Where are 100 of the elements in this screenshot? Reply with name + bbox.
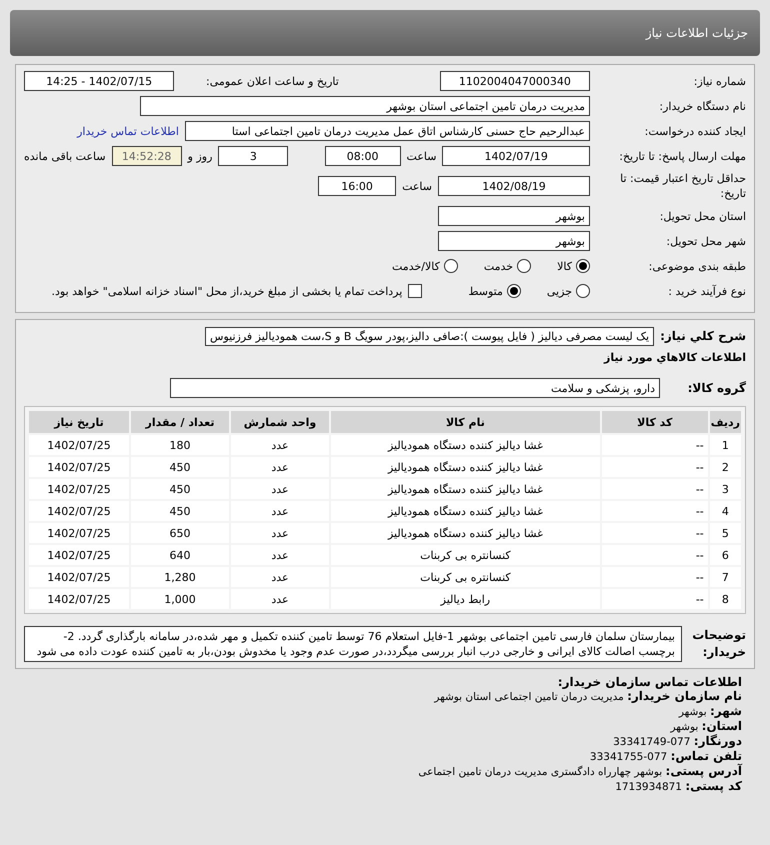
input-field[interactable]: 1402/08/19 [438, 176, 590, 196]
table-cell: کنسانتره بی کربنات [331, 567, 600, 587]
field-label: شماره نیاز: [692, 74, 746, 88]
field-label: ساعت باقی مانده [24, 150, 106, 162]
notes-text: بیمارستان سلمان فارسی تامین اجتماعی بوشهر 1-فایل استعلام 76 توسط تامین کننده تکمیل و مهر شده،در سامانه بارگذاری گردد. 2-برچسب اصالت کالای ایرانی و خارجی درب انبار بررسی میگردد،در صورت عدم وجود یا مخدوش بودن،بار به تامین کننده عودت داده می شود [24, 626, 682, 662]
radio-button[interactable] [517, 259, 532, 273]
table-cell: عدد [231, 545, 329, 565]
column-header: تعداد / مقدار [131, 411, 229, 433]
table-cell: کنسانتره بی کربنات [331, 545, 600, 565]
field-label: توضیحات خریدار: [691, 627, 746, 661]
checkbox[interactable] [408, 284, 422, 298]
column-header: نام کالا [331, 411, 600, 433]
input-field[interactable]: دارو، پزشکی و سلامت [170, 378, 660, 398]
contact-label: تلفن تماس: [670, 749, 742, 763]
section-heading: اطلاعات كالاهاي مورد نياز [602, 351, 746, 364]
input-field[interactable]: 16:00 [318, 176, 396, 196]
table-cell: 1402/07/25 [29, 589, 129, 609]
table-cell: -- [602, 435, 708, 455]
input-field[interactable]: عبدالرحیم حاج حسنی کارشناس اتاق عمل مدیریت درمان تامین اجتماعی استا [185, 121, 590, 141]
table-cell: -- [602, 501, 708, 521]
table-cell: 1,000 [131, 589, 229, 609]
table-cell: 450 [131, 479, 229, 499]
table-cell: غشا دیالیز کننده دستگاه همودیالیز [331, 479, 600, 499]
option-label: پرداخت تمام یا بخشی از مبلغ خرید،از محل "اسناد خزانه اسلامی" خواهد بود. [52, 284, 402, 298]
input-field[interactable]: بوشهر [438, 206, 590, 226]
table-cell: 1402/07/25 [29, 457, 129, 477]
table-cell: غشا دیالیز کننده دستگاه همودیالیز [331, 501, 600, 521]
table-cell: -- [602, 589, 708, 609]
table-cell: عدد [231, 589, 329, 609]
input-field[interactable]: 08:00 [324, 146, 401, 166]
option-label: متوسط [468, 284, 503, 298]
table-cell: 180 [131, 435, 229, 455]
table-cell: عدد [231, 435, 329, 455]
field-label: طبقه بندی موضوعی: [648, 258, 746, 274]
field-label: ساعت [406, 150, 436, 162]
table-cell: 7 [710, 567, 741, 587]
table-cell: عدد [231, 567, 329, 587]
radio-button[interactable] [576, 259, 590, 273]
field-label: شرح کلي نياز: [660, 329, 746, 343]
table-cell: رابط دیالیز [331, 589, 600, 609]
contact-heading: اطلاعات تماس سازمان خریدار: [556, 675, 742, 689]
table-cell: 1402/07/25 [29, 523, 129, 543]
option-label: خدمت [484, 260, 514, 272]
input-field[interactable]: بوشهر [438, 231, 590, 251]
table-cell: 650 [131, 523, 229, 543]
column-header: تاریخ نیاز [29, 411, 129, 433]
option-label: جزیی [546, 284, 572, 298]
field-label: نام دستگاه خریدار: [658, 98, 746, 114]
contact-value: مدیریت درمان تامین اجتماعی استان بوشهر [434, 691, 624, 703]
contact-label: کد پستی: [685, 779, 742, 793]
table-cell: 3 [710, 479, 741, 499]
contact-value: بوشهر چهارراه دادگستری مدیریت درمان تامین اجتماعی [418, 766, 662, 778]
field-label: مهلت ارسال پاسخ: تا تاریخ: [618, 148, 746, 164]
radio-button[interactable] [444, 259, 458, 273]
table-cell: -- [602, 523, 708, 543]
radio-button[interactable] [506, 284, 521, 298]
page-title: جزئیات اطلاعات نیاز [646, 26, 748, 40]
input-field[interactable]: 3 [218, 146, 288, 166]
table-cell: غشا دیالیز کننده دستگاه همودیالیز [331, 523, 600, 543]
field-label: نوع فرآیند خرید : [667, 284, 746, 298]
contact-link[interactable]: اطلاعات تماس خریدار [77, 124, 179, 138]
field-label: استان محل تحویل: [658, 208, 746, 224]
table-cell: 1402/07/25 [29, 479, 129, 499]
table-cell: 640 [131, 545, 229, 565]
option-label: کالا [557, 260, 572, 272]
radio-button[interactable] [576, 284, 590, 298]
contact-value: 077-33341749 [613, 736, 690, 748]
input-field[interactable]: مدیریت درمان تامین اجتماعی استان بوشهر [140, 96, 590, 116]
table-cell: -- [602, 457, 708, 477]
table-cell: 5 [710, 523, 741, 543]
contact-value: بوشهر [670, 721, 698, 733]
input-field[interactable]: 1402/07/15 - 14:25 [24, 71, 174, 91]
table-cell: 450 [131, 501, 229, 521]
input-field[interactable]: 1402/07/19 [442, 146, 590, 166]
table-cell: غشا دیالیز کننده دستگاه همودیالیز [331, 457, 600, 477]
table-cell: -- [602, 567, 708, 587]
input-field[interactable]: 1102004047000340 [440, 71, 590, 91]
table-cell: 1 [710, 435, 741, 455]
option-label: کالا/خدمت [392, 260, 440, 272]
field-label: حداقل تاریخ اعتبار قیمت: تا تاریخ: [619, 171, 746, 201]
contact-label: شهر: [710, 704, 742, 718]
contact-label: نام سازمان خریدار: [627, 689, 742, 703]
contact-label: استان: [702, 719, 742, 733]
table-cell: -- [602, 479, 708, 499]
contact-value: بوشهر [678, 706, 707, 718]
column-header: واحد شمارش [231, 411, 329, 433]
table-cell: عدد [231, 457, 329, 477]
column-header: ردیف [710, 411, 741, 433]
field-label: گروه کالا: [686, 380, 746, 396]
contact-label: آدرس پستی: [666, 764, 742, 778]
field-label: ایجاد کننده درخواست: [644, 124, 746, 138]
table-cell: 1,280 [131, 567, 229, 587]
column-header: کد کالا [602, 411, 708, 433]
table-cell: عدد [231, 523, 329, 543]
table-cell: -- [602, 545, 708, 565]
contact-label: دورنگار: [694, 734, 742, 748]
table-cell: عدد [231, 501, 329, 521]
contact-value: 077-33341755 [590, 751, 668, 763]
table-cell: 6 [710, 545, 741, 565]
table-cell: 1402/07/25 [29, 435, 129, 455]
